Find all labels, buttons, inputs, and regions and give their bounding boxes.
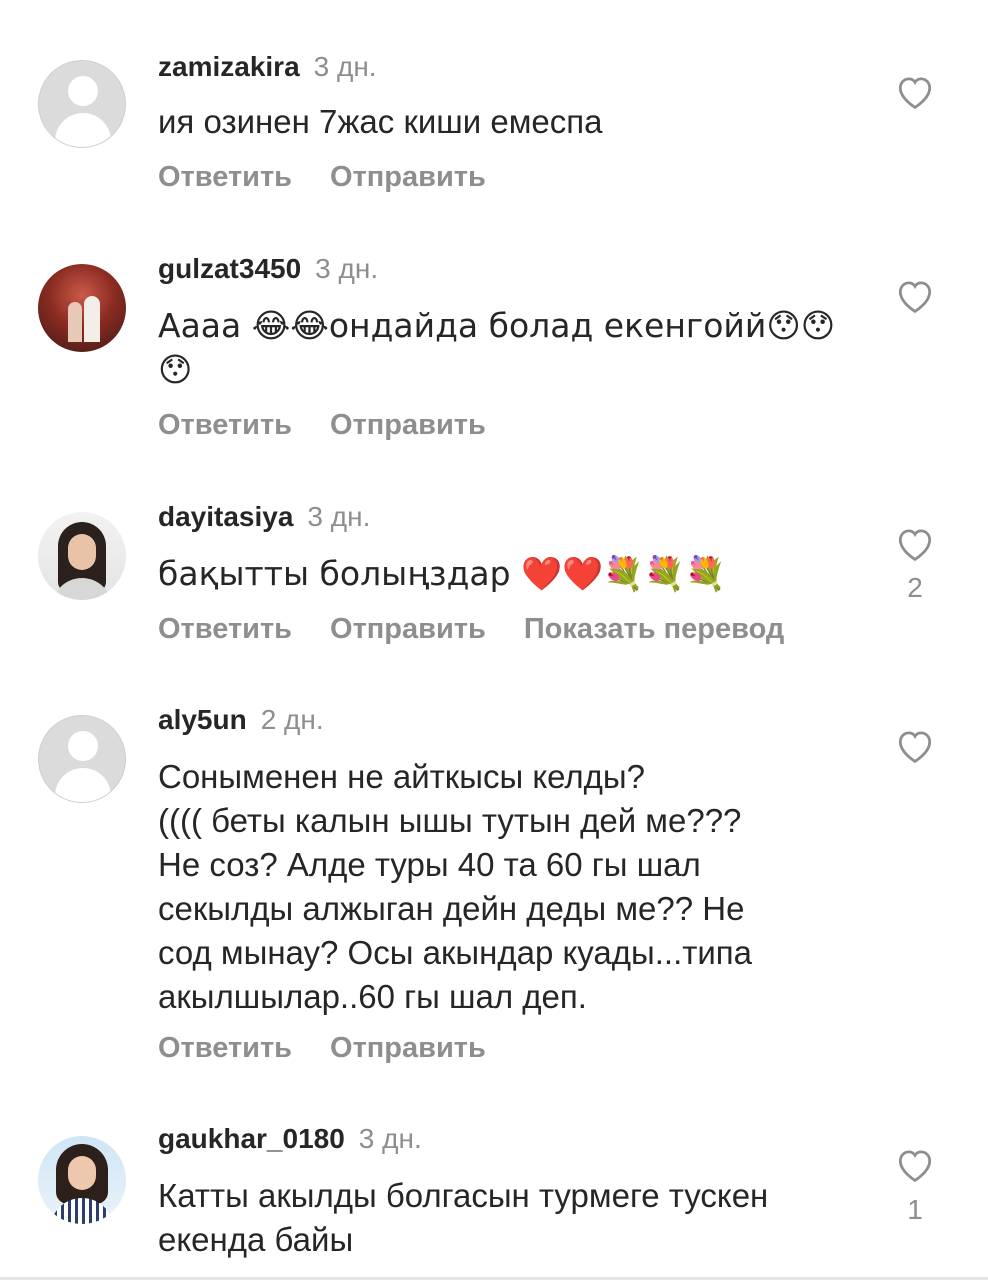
avatar-person-shape [84, 296, 100, 342]
timestamp: 3 дн. [307, 501, 371, 532]
comment-text: Аааа 😂😂ондайда болад екенгойй😯😯 😯 [158, 306, 836, 389]
avatar[interactable] [38, 1136, 126, 1224]
comment-text: Сонымен­ен не айткысы келды? (((( беты к… [158, 758, 753, 1015]
username[interactable]: zamizakira [158, 51, 300, 82]
send-button[interactable]: Отправить [330, 409, 486, 441]
avatar-face-shape [68, 534, 96, 570]
username[interactable]: dayitasiya [158, 501, 293, 532]
avatar[interactable] [38, 60, 126, 148]
comment-meta: zamizakira 3 дн. [158, 50, 377, 84]
send-button[interactable]: Отправить [330, 1032, 486, 1064]
timestamp: 3 дн. [315, 253, 379, 284]
comment-actions: Ответить Отправить Показать перевод [158, 612, 822, 646]
comment-text: бақытты болыңздар ❤️❤️💐💐💐 [158, 554, 727, 593]
reply-button[interactable]: Ответить [158, 613, 292, 645]
heart-icon [898, 731, 932, 764]
comment-text: ия озинен 7жас киши емеспа [158, 103, 603, 140]
username[interactable]: gaukhar_0180 [158, 1123, 345, 1154]
like-button[interactable] [894, 524, 936, 562]
avatar-person-shape [68, 302, 82, 342]
reply-button[interactable]: Ответить [158, 161, 292, 193]
avatar-body-shape [55, 113, 111, 147]
like-count: 1 [907, 1194, 923, 1225]
show-translation-button[interactable]: Показать перевод [524, 613, 784, 645]
timestamp: 3 дн. [358, 1123, 422, 1154]
comment-actions: Ответить Отправить [158, 160, 524, 194]
avatar-face-shape [68, 1156, 96, 1190]
send-button[interactable]: Отправить [330, 161, 486, 193]
heart-icon [898, 1150, 932, 1183]
avatar[interactable] [38, 512, 126, 600]
comment-meta: aly5un 2 дн. [158, 703, 324, 737]
like-button[interactable] [894, 726, 936, 764]
comment-text: Катты акылды болгасын турмеге тускен еке… [158, 1177, 769, 1258]
heart-icon [898, 77, 932, 110]
like-button[interactable] [894, 72, 936, 110]
like-button[interactable] [894, 276, 936, 314]
timestamp: 2 дн. [260, 704, 324, 735]
comment-meta: gaukhar_0180 3 дн. [158, 1122, 422, 1156]
username[interactable]: gulzat3450 [158, 253, 301, 284]
username[interactable]: aly5un [158, 704, 247, 735]
heart-icon [898, 529, 932, 562]
comment-actions: Ответить Отправить [158, 1031, 524, 1065]
reply-button[interactable]: Ответить [158, 1032, 292, 1064]
timestamp: 3 дн. [313, 51, 377, 82]
avatar-head-shape [68, 76, 98, 106]
heart-icon [898, 281, 932, 314]
like-count: 2 [907, 572, 923, 603]
like-button[interactable] [894, 1145, 936, 1183]
avatar[interactable] [38, 264, 126, 352]
avatar-head-shape [68, 731, 98, 761]
avatar[interactable] [38, 715, 126, 803]
send-button[interactable]: Отправить [330, 613, 486, 645]
avatar-body-shape [55, 768, 111, 802]
comment-meta: gulzat3450 3 дн. [158, 252, 378, 286]
comment-meta: dayitasiya 3 дн. [158, 500, 370, 534]
reply-button[interactable]: Ответить [158, 409, 292, 441]
comment-actions: Ответить Отправить [158, 408, 524, 442]
avatar-shirt-shape [50, 1198, 114, 1224]
